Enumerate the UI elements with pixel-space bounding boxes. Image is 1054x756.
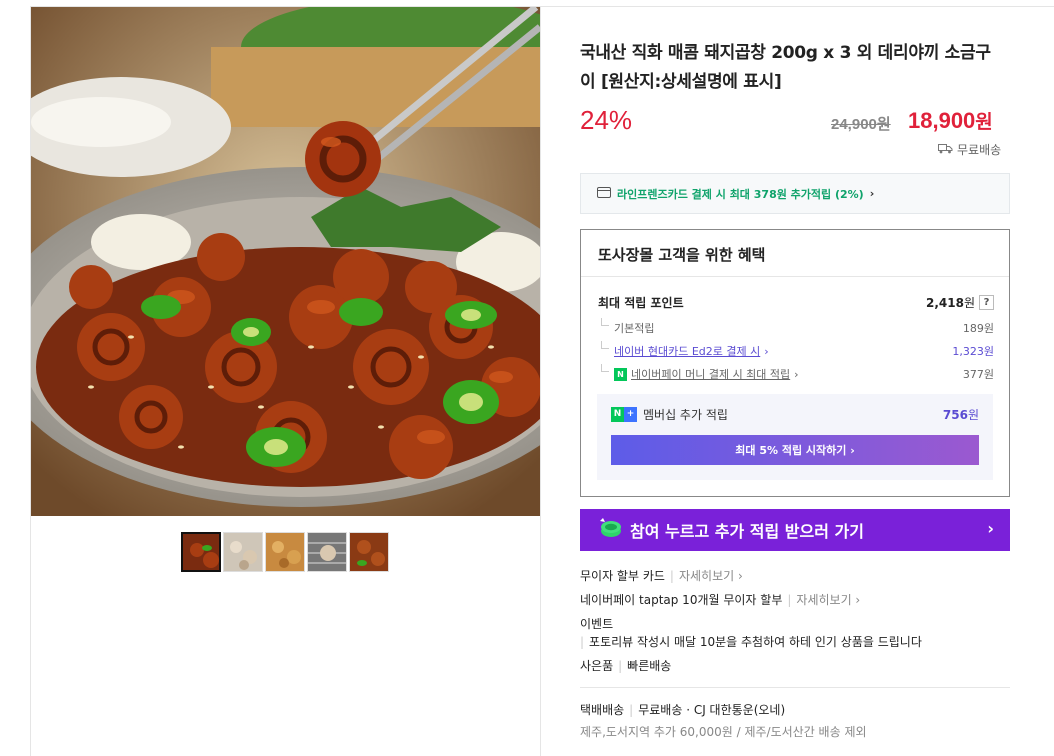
membership-row: N + 멤버십 추가 적립 756원 — [611, 406, 979, 423]
join-reward-label: 참여 누르고 추가 적립 받으러 가기 — [630, 522, 864, 541]
main-product-image[interactable] — [31, 7, 540, 516]
help-icon[interactable]: ? — [979, 295, 994, 310]
thumbnail-1[interactable] — [181, 532, 221, 572]
thumbnail-3[interactable] — [265, 532, 305, 572]
sale-price-unit: 원 — [975, 112, 993, 133]
points-row-hyundai-card[interactable]: 네이버 현대카드 Ed2로 결제 시 › 1,323원 — [598, 341, 994, 359]
truck-icon — [938, 143, 953, 157]
installment-label: 무이자 할부 카드 — [580, 569, 665, 583]
points-value-basic: 189원 — [962, 322, 994, 335]
thumbnail-5[interactable] — [349, 532, 389, 572]
product-info-panel: 국내산 직화 매콤 돼지곱창 200g x 3 외 데리야끼 소금구이 [원산지… — [540, 6, 1054, 756]
delivery-info: 무료배송 · CJ 대한통운(오네) — [638, 703, 786, 717]
event-text-row: | 포토리뷰 작성시 매달 10분을 추첨하여 하테 인기 상품을 드립니다 — [580, 634, 922, 650]
delivery-row: 택배배송 | 무료배송 · CJ 대한통운(오네) — [580, 702, 786, 718]
points-label-hyundai-card: 네이버 현대카드 Ed2로 결제 시 › — [598, 341, 769, 359]
coin-icon — [598, 517, 622, 543]
benefit-box: 또사장몰 고객을 위한 혜택 최대 적립 포인트 2,418 원 ? 기본적립 1… — [580, 229, 1010, 497]
credit-card-icon — [597, 186, 611, 201]
delivery-extra: 제주,도서지역 추가 60,000원 / 제주/도서산간 배송 제외 — [580, 725, 867, 739]
membership-label: 멤버십 추가 적립 — [643, 408, 728, 422]
max-points-value: 2,418 — [925, 295, 964, 310]
card-benefit-banner[interactable]: 라인프렌즈카드 결제 시 최대 378원 추가적립 (2%) › — [580, 173, 1010, 214]
naver-plus-membership-icon: N + — [611, 407, 637, 422]
points-label-npay-money: N 네이버페이 머니 결제 시 최대 적립 › — [598, 364, 799, 382]
points-value-hyundai-card: 1,323원 — [952, 345, 994, 358]
chevron-right-icon: › — [987, 519, 994, 538]
shipping-info: 무료배송 — [938, 141, 1001, 158]
npay-money-link[interactable]: 네이버페이 머니 결제 시 최대 적립 — [631, 366, 790, 382]
gift-value: 빠른배송 — [627, 659, 672, 673]
naver-pay-icon: N — [614, 367, 627, 381]
product-title: 국내산 직화 매콤 돼지곱창 200g x 3 외 데리야끼 소금구이 [원산지… — [580, 43, 991, 92]
points-value-npay-money: 377원 — [962, 368, 994, 381]
membership-value: 756원 — [942, 408, 979, 422]
delivery-type: 택배배송 — [580, 703, 625, 717]
installment-row: 무이자 할부 카드 | 자세히보기 › — [580, 567, 743, 584]
gift-label: 사은품 — [580, 659, 614, 673]
join-reward-button[interactable]: 참여 누르고 추가 적립 받으러 가기 › — [580, 509, 1010, 551]
chevron-right-icon: › — [794, 367, 799, 381]
chevron-right-icon: › — [764, 344, 769, 358]
naverpay-installment-label: 네이버페이 taptap 10개월 무이자 할부 — [580, 593, 783, 607]
benefit-title: 또사장몰 고객을 위한 혜택 — [598, 246, 766, 264]
sale-price-value: 18,900 — [908, 108, 976, 133]
max-points-unit: 원 — [963, 296, 975, 310]
divider — [580, 687, 1010, 688]
sale-price: 18,900원 — [908, 107, 993, 134]
divider — [581, 276, 1009, 277]
membership-box: N + 멤버십 추가 적립 756원 최대 5% 적립 시작하기 › — [597, 394, 993, 480]
event-title: 이벤트 — [580, 617, 614, 631]
max-points-label: 최대 적립 포인트 — [598, 296, 684, 310]
original-price: 24,900원 — [831, 116, 891, 133]
event-text: 포토리뷰 작성시 매달 10분을 추첨하여 하테 인기 상품을 드립니다 — [589, 635, 922, 649]
event-title-row: 이벤트 — [580, 615, 613, 632]
gift-row: 사은품 | 빠른배송 — [580, 658, 672, 674]
naverpay-detail-link[interactable]: 자세히보기 › — [796, 591, 860, 608]
delivery-extra-row: 제주,도서지역 추가 60,000원 / 제주/도서산간 배송 제외 — [580, 723, 867, 740]
points-row-basic: 기본적립 189원 — [598, 318, 994, 336]
card-benefit-text: 라인프렌즈카드 결제 시 최대 378원 추가적립 (2%) — [617, 187, 864, 201]
max-points-row: 최대 적립 포인트 2,418 원 ? — [598, 294, 994, 311]
shipping-label: 무료배송 — [957, 143, 1002, 157]
hyundai-card-link[interactable]: 네이버 현대카드 Ed2로 결제 시 — [614, 343, 760, 359]
product-gallery — [30, 6, 541, 756]
naverpay-installment-row: 네이버페이 taptap 10개월 무이자 할부 | 자세히보기 › — [580, 591, 861, 608]
thumbnail-4[interactable] — [307, 532, 347, 572]
thumbnail-2[interactable] — [223, 532, 263, 572]
membership-start-button[interactable]: 최대 5% 적립 시작하기 › — [611, 435, 979, 465]
discount-rate: 24% — [580, 105, 633, 135]
chevron-right-icon: › — [869, 187, 875, 200]
points-row-npay-money[interactable]: N 네이버페이 머니 결제 시 최대 적립 › 377원 — [598, 364, 994, 382]
installment-detail-link[interactable]: 자세히보기 › — [679, 567, 743, 584]
points-label-basic: 기본적립 — [598, 318, 654, 336]
thumbnail-strip — [181, 532, 389, 572]
